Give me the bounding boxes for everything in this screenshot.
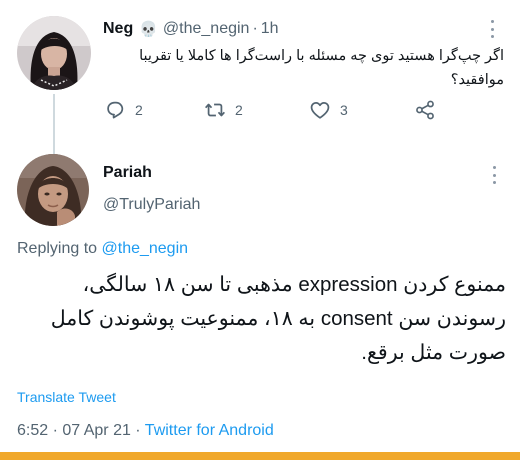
neg-avatar[interactable] (17, 16, 91, 90)
share-icon (416, 100, 434, 120)
retweet-icon (205, 103, 225, 117)
replying-to-line: Replying to @the_negin (17, 240, 188, 258)
reply-button[interactable]: 2 (104, 99, 143, 121)
reply-icon (107, 101, 124, 119)
retweet-button[interactable]: 2 (204, 99, 243, 121)
reply-display-name[interactable]: Pariah (103, 164, 152, 182)
replying-to-mention[interactable]: @the_negin (102, 240, 189, 257)
parent-tweet-text: اگر چپ‌گرا هستید توی چه مسئله با راست‌گر… (139, 48, 504, 88)
translate-tweet-link[interactable]: Translate Tweet (17, 389, 116, 405)
like-button[interactable]: 3 (309, 99, 348, 121)
share-button[interactable] (414, 99, 436, 121)
parent-action-bar: 2 2 3 (100, 99, 460, 123)
skull-emoji: 💀 (139, 20, 158, 38)
parent-display-name[interactable]: Neg (103, 20, 133, 38)
replying-to-label: Replying to (17, 240, 98, 257)
reply-more-options-icon[interactable] (491, 166, 497, 184)
reply-tweet-text: ممنوع کردن expression مذهبی تا سن ۱۸ سال… (50, 273, 506, 364)
reply-count: 2 (135, 102, 143, 118)
parent-tweet-header: Neg 💀 @the_negin · 1h (103, 18, 279, 40)
bottom-accent-bar (0, 452, 520, 460)
thread-line (53, 94, 55, 156)
like-count: 3 (340, 102, 348, 118)
pariah-avatar[interactable] (17, 154, 89, 226)
tweet-client-link[interactable]: Twitter for Android (145, 422, 274, 439)
tweet-metadata: 6:52 · 07 Apr 21 · Twitter for Android (17, 422, 274, 440)
parent-handle[interactable]: @the_negin (163, 20, 250, 38)
separator-dot: · (252, 20, 258, 37)
reply-handle[interactable]: @TrulyPariah (103, 196, 200, 214)
retweet-count: 2 (235, 102, 243, 118)
parent-more-options-icon[interactable] (489, 20, 495, 38)
tweet-timestamp[interactable]: 6:52 · 07 Apr 21 · (17, 422, 145, 439)
parent-timestamp[interactable]: 1h (261, 20, 279, 38)
heart-icon (310, 101, 330, 119)
